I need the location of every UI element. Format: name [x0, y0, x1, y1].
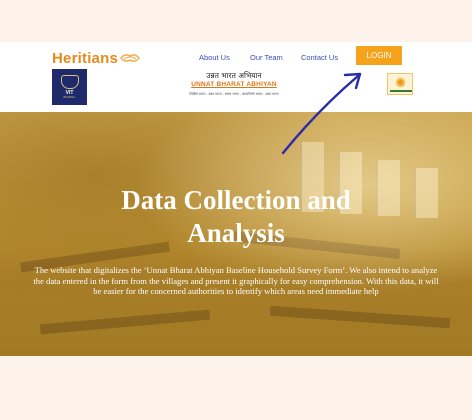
brand-name-part1: Her	[52, 49, 78, 67]
uba-logo-icon	[387, 73, 413, 95]
handshake-icon	[120, 54, 140, 62]
login-button[interactable]: LOGIN	[356, 46, 402, 65]
sun-icon	[395, 77, 406, 88]
page: Heritians About Us Our Team Contact Us L…	[0, 0, 472, 420]
nav-team-link[interactable]: Our Team	[250, 53, 283, 62]
uba-banner: उन्नत भारत अभियान UNNAT BHARAT ABHIYAN श…	[170, 72, 298, 106]
hero-title: Data Collection and Analysis	[121, 185, 351, 248]
uba-hindi-title: उन्नत भारत अभियान	[206, 71, 262, 80]
vit-logo: VIT BHOPAL	[52, 69, 87, 105]
vit-logo-subtext: BHOPAL	[63, 94, 76, 99]
brand-name: Heritians	[52, 50, 118, 67]
nav-about-link[interactable]: About Us	[199, 53, 230, 62]
brand-logo[interactable]: Heritians	[52, 47, 140, 69]
top-band	[0, 0, 472, 42]
vit-crest-icon	[60, 74, 79, 89]
brand-name-part2: itians	[77, 49, 119, 67]
uba-tagline: शिक्षित भारत - उन्नत भारत - स्वस्थ भारत …	[189, 91, 279, 96]
nav-contact-link[interactable]: Contact Us	[301, 53, 338, 62]
uba-english-title: UNNAT BHARAT ABHIYAN	[191, 80, 277, 88]
page-bottom-area	[0, 356, 472, 420]
hero-description: The website that digitalizes the ‘Unnat …	[33, 265, 439, 297]
hero-section: Data Collection and Analysis The website…	[0, 112, 472, 356]
site-header: Heritians About Us Our Team Contact Us L…	[0, 42, 472, 112]
uba-logo-base	[390, 90, 412, 92]
